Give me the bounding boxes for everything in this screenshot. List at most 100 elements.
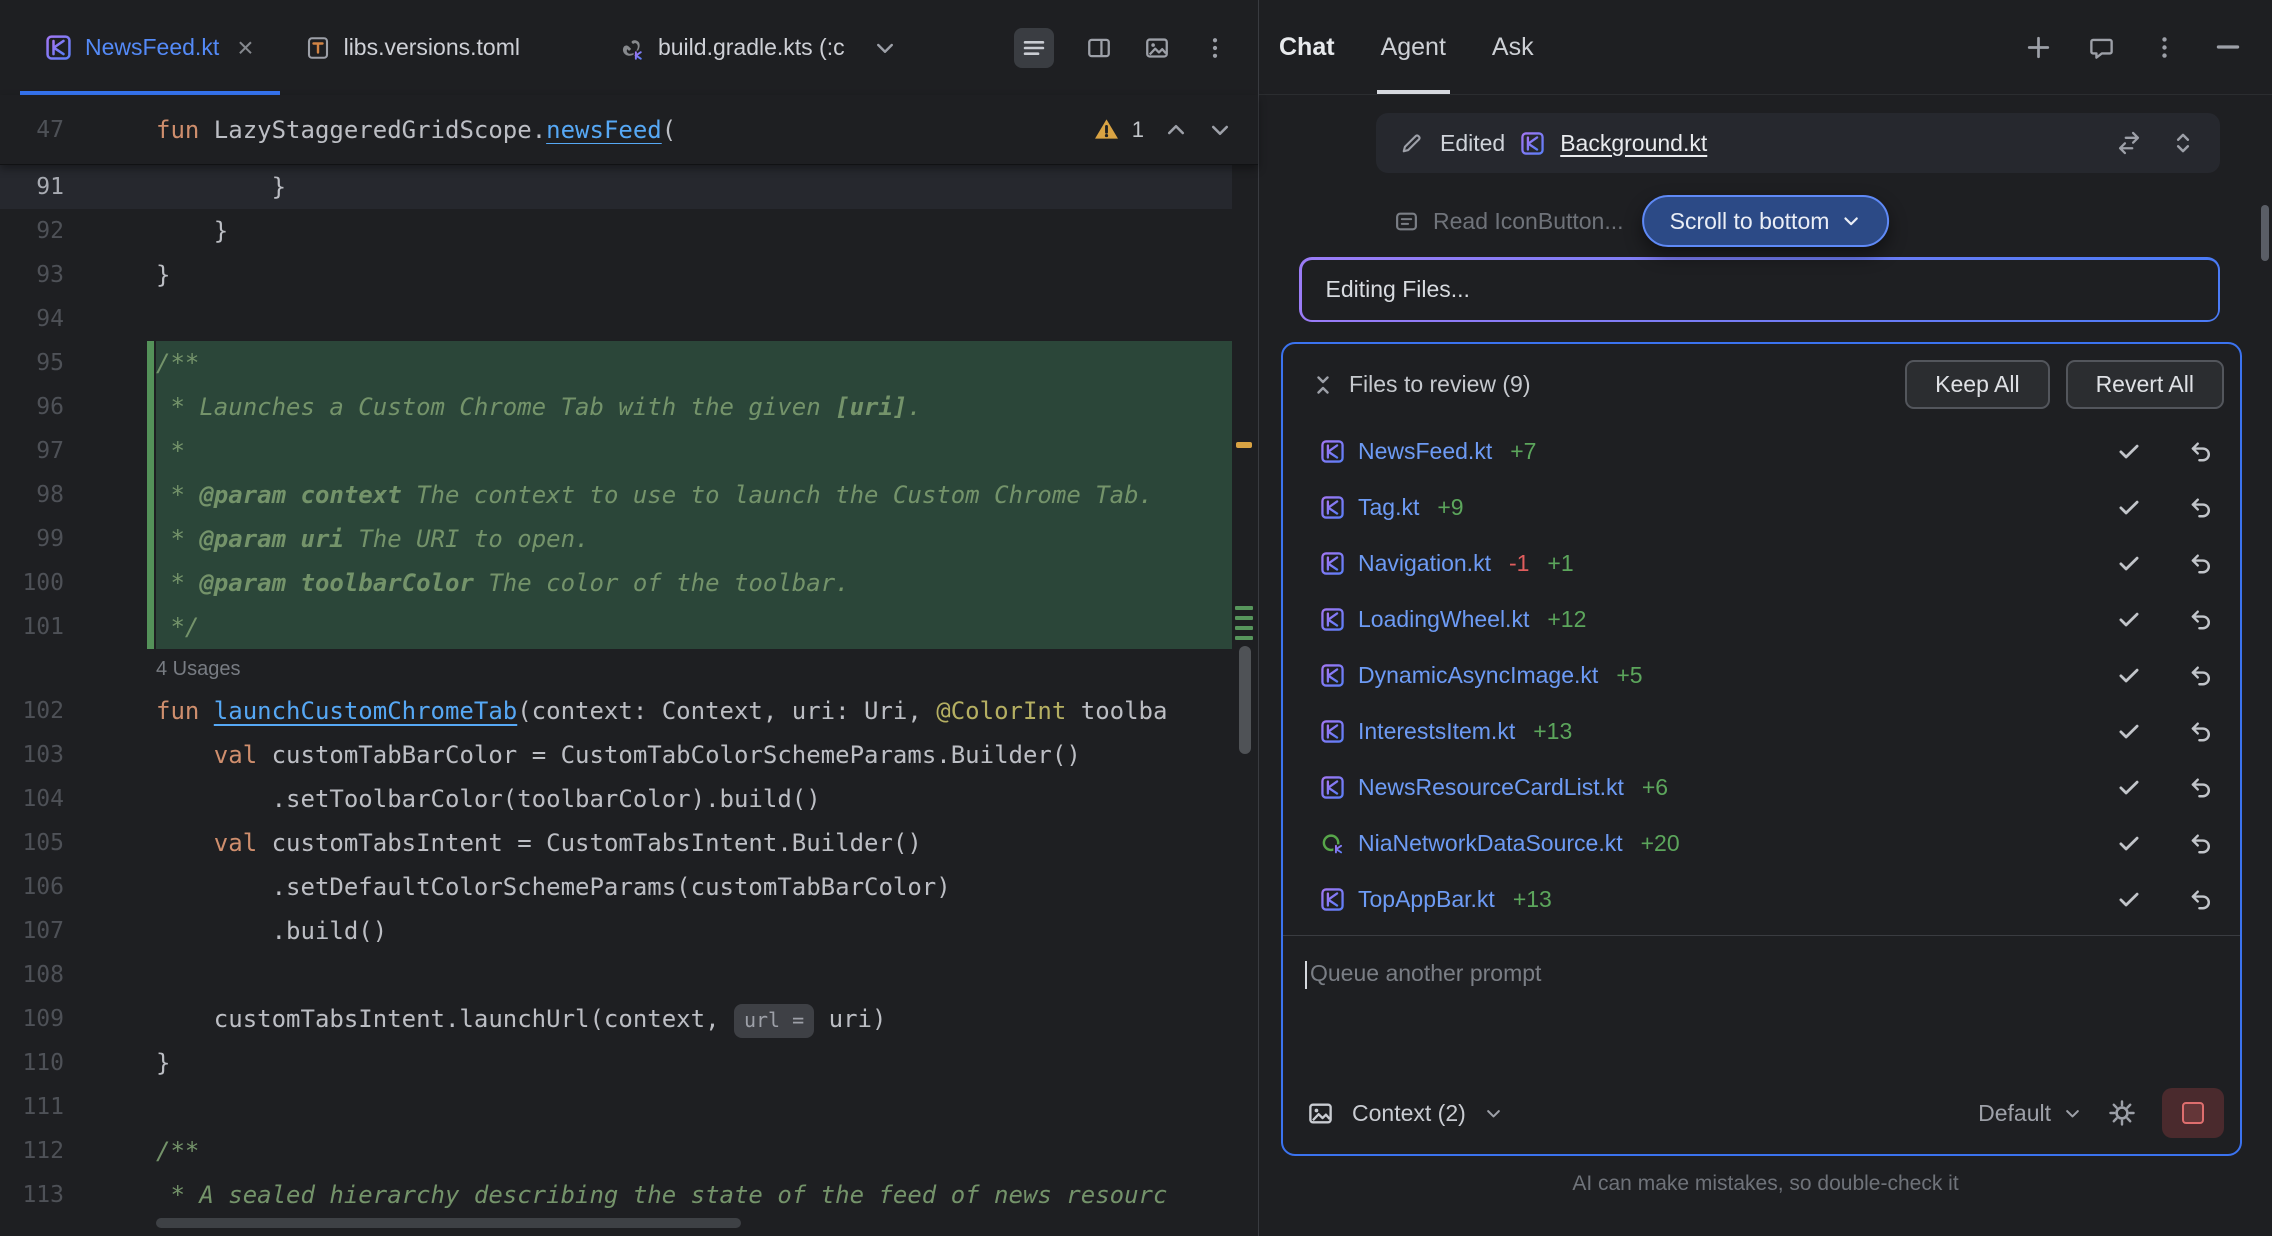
file-row[interactable]: InterestsItem.kt+13 — [1283, 703, 2240, 759]
warning-icon[interactable] — [1093, 116, 1120, 143]
file-name-link[interactable]: NiaNetworkDataSource.kt — [1358, 830, 1623, 857]
model-selector[interactable]: Default — [1978, 1100, 2051, 1127]
horizontal-scrollbar-thumb[interactable] — [156, 1218, 741, 1228]
file-row[interactable]: Navigation.kt-1+1 — [1283, 535, 2240, 591]
keep-all-button[interactable]: Keep All — [1905, 360, 2049, 409]
revert-all-button[interactable]: Revert All — [2066, 360, 2224, 409]
file-name-link[interactable]: LoadingWheel.kt — [1358, 606, 1529, 633]
code-line[interactable]: 95/** — [0, 341, 1232, 385]
prompt-input[interactable]: Queue another prompt — [1283, 936, 2240, 1088]
show-diff-icon[interactable] — [2116, 130, 2142, 156]
code-line[interactable]: 101 */ — [0, 605, 1232, 649]
chevron-down-icon[interactable] — [1484, 1104, 1503, 1123]
keep-file-check-icon[interactable] — [2116, 494, 2142, 520]
close-icon[interactable]: × — [237, 34, 253, 62]
revert-file-icon[interactable] — [2188, 438, 2214, 464]
next-problem-icon[interactable] — [1208, 118, 1232, 142]
file-name-link[interactable]: Navigation.kt — [1358, 550, 1491, 577]
vertical-scrollbar-thumb[interactable] — [1239, 646, 1251, 754]
previous-problem-icon[interactable] — [1164, 118, 1188, 142]
usages-inlay-hint[interactable]: 4 Usages — [0, 649, 1232, 689]
revert-file-icon[interactable] — [2188, 718, 2214, 744]
stop-button[interactable] — [2162, 1088, 2224, 1138]
file-row[interactable]: Tag.kt+9 — [1283, 479, 2240, 535]
split-editor-icon[interactable] — [1086, 35, 1112, 61]
file-row[interactable]: DynamicAsyncImage.kt+5 — [1283, 647, 2240, 703]
code-line[interactable]: 107 .build() — [0, 909, 1232, 953]
code-line[interactable]: 97 * — [0, 429, 1232, 473]
keep-file-check-icon[interactable] — [2116, 886, 2142, 912]
revert-file-icon[interactable] — [2188, 550, 2214, 576]
code-line[interactable]: 108 — [0, 953, 1232, 997]
file-name-link[interactable]: Tag.kt — [1358, 494, 1419, 521]
settings-gear-icon[interactable] — [2108, 1099, 2136, 1127]
file-name-link[interactable]: DynamicAsyncImage.kt — [1358, 662, 1598, 689]
hide-panel-icon[interactable] — [2214, 33, 2242, 61]
tab-newsfeed[interactable]: NewsFeed.kt × — [20, 0, 280, 95]
tab-build-gradle[interactable]: build.gradle.kts (:c — [592, 0, 871, 95]
keep-file-check-icon[interactable] — [2116, 550, 2142, 576]
keep-file-check-icon[interactable] — [2116, 438, 2142, 464]
screenshot-icon[interactable] — [1144, 35, 1170, 61]
file-row[interactable]: NewsFeed.kt+7 — [1283, 423, 2240, 479]
code-line[interactable]: 96 * Launches a Custom Chrome Tab with t… — [0, 385, 1232, 429]
edited-file-row[interactable]: Edited Background.kt — [1376, 113, 2220, 173]
code-line[interactable]: 94 — [0, 297, 1232, 341]
code-line[interactable]: 110} — [0, 1041, 1232, 1085]
code-line[interactable]: 91 } — [0, 165, 1232, 209]
file-name-link[interactable]: NewsResourceCardList.kt — [1358, 774, 1624, 801]
chat-history-icon[interactable] — [2088, 34, 2115, 61]
edited-file-link[interactable]: Background.kt — [1560, 130, 1707, 157]
code-line[interactable]: 93} — [0, 253, 1232, 297]
chat-scrollbar-thumb[interactable] — [2261, 205, 2269, 261]
code-editor[interactable]: 91 }92 }93}9495/**96 * Launches a Custom… — [0, 165, 1258, 1236]
code-line[interactable]: 100 * @param toolbarColor The color of t… — [0, 561, 1232, 605]
code-line[interactable]: 106 .setDefaultColorSchemeParams(customT… — [0, 865, 1232, 909]
code-line[interactable]: 112/** — [0, 1129, 1232, 1173]
keep-file-check-icon[interactable] — [2116, 718, 2142, 744]
context-selector[interactable]: Context (2) — [1352, 1100, 1466, 1127]
code-line[interactable]: 98 * @param context The context to use t… — [0, 473, 1232, 517]
file-name-link[interactable]: InterestsItem.kt — [1358, 718, 1515, 745]
keep-file-check-icon[interactable] — [2116, 606, 2142, 632]
revert-file-icon[interactable] — [2188, 662, 2214, 688]
revert-file-icon[interactable] — [2188, 774, 2214, 800]
collapse-icon[interactable] — [1311, 373, 1335, 397]
tab-agent[interactable]: Agent — [1381, 0, 1446, 94]
revert-file-icon[interactable] — [2188, 494, 2214, 520]
revert-file-icon[interactable] — [2188, 886, 2214, 912]
code-line[interactable]: 103 val customTabBarColor = CustomTabCol… — [0, 733, 1232, 777]
scroll-to-bottom-button[interactable]: Scroll to bottom — [1642, 195, 1890, 247]
reader-mode-icon[interactable] — [1014, 28, 1054, 68]
file-row[interactable]: LoadingWheel.kt+12 — [1283, 591, 2240, 647]
code-line[interactable]: 99 * @param uri The URI to open. — [0, 517, 1232, 561]
warning-stripe-mark[interactable] — [1236, 442, 1252, 448]
more-options-icon[interactable] — [2151, 34, 2178, 61]
tab-libs-versions[interactable]: libs.versions.toml — [280, 0, 546, 95]
code-line[interactable]: 92 } — [0, 209, 1232, 253]
keep-file-check-icon[interactable] — [2116, 662, 2142, 688]
keep-file-check-icon[interactable] — [2116, 774, 2142, 800]
keep-file-check-icon[interactable] — [2116, 830, 2142, 856]
revert-file-icon[interactable] — [2188, 606, 2214, 632]
sticky-declaration-line[interactable]: 47 fun LazyStaggeredGridScope.newsFeed( … — [0, 95, 1258, 165]
code-line[interactable]: 111 — [0, 1085, 1232, 1129]
expand-icon[interactable] — [2170, 130, 2196, 156]
file-row[interactable]: NewsResourceCardList.kt+6 — [1283, 759, 2240, 815]
code-line[interactable]: 105 val customTabsIntent = CustomTabsInt… — [0, 821, 1232, 865]
code-line[interactable]: 102fun launchCustomChromeTab(context: Co… — [0, 689, 1232, 733]
code-line[interactable]: 109 customTabsIntent.launchUrl(context, … — [0, 997, 1232, 1041]
file-name-link[interactable]: TopAppBar.kt — [1358, 886, 1495, 913]
tab-ask[interactable]: Ask — [1492, 0, 1534, 94]
chevron-down-icon[interactable] — [2063, 1104, 2082, 1123]
hidden-tabs-dropdown[interactable] — [873, 36, 897, 60]
code-line[interactable]: 113 * A sealed hierarchy describing the … — [0, 1173, 1232, 1217]
more-options-icon[interactable] — [1202, 35, 1228, 61]
file-name-link[interactable]: NewsFeed.kt — [1358, 438, 1492, 465]
file-row[interactable]: TopAppBar.kt+13 — [1283, 871, 2240, 927]
attach-image-icon[interactable] — [1307, 1100, 1334, 1127]
file-row[interactable]: NiaNetworkDataSource.kt+20 — [1283, 815, 2240, 871]
new-chat-icon[interactable] — [2025, 34, 2052, 61]
code-line[interactable]: 104 .setToolbarColor(toolbarColor).build… — [0, 777, 1232, 821]
revert-file-icon[interactable] — [2188, 830, 2214, 856]
